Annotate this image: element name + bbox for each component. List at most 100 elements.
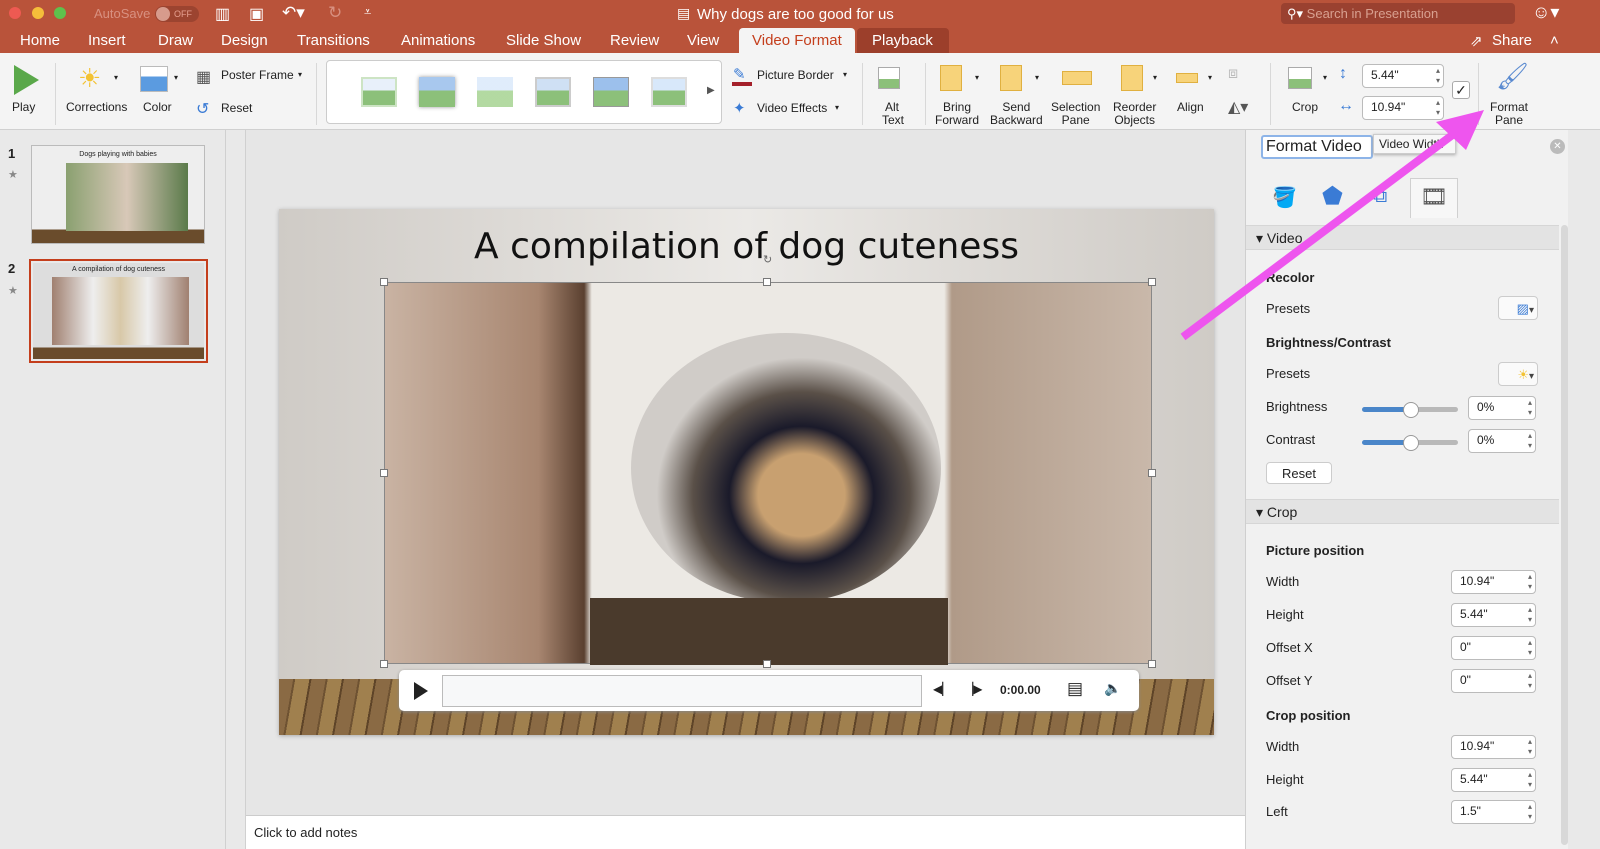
width-input[interactable]: 10.94" bbox=[1362, 96, 1444, 120]
save-icon[interactable]: ▣ bbox=[249, 4, 264, 24]
video-styles-gallery[interactable]: ▶ bbox=[326, 60, 722, 124]
height-icon: ↕ bbox=[1339, 65, 1347, 82]
video-object[interactable] bbox=[384, 282, 1152, 665]
tab-home[interactable]: Home bbox=[20, 32, 60, 49]
tab-animations[interactable]: Animations bbox=[401, 32, 475, 49]
video-progress-bar[interactable] bbox=[442, 675, 922, 707]
contrast-input[interactable]: 0% bbox=[1468, 429, 1536, 453]
slide-thumbnail-2[interactable]: A compilation of dog cuteness bbox=[29, 259, 208, 363]
resize-handle[interactable] bbox=[763, 278, 771, 286]
tooltip: Video Width bbox=[1373, 134, 1456, 154]
crop-section-header[interactable]: ▾ Crop bbox=[1246, 499, 1559, 524]
brightness-input[interactable]: 0% bbox=[1468, 396, 1536, 420]
resize-handle[interactable] bbox=[1148, 469, 1156, 477]
crop-height-input[interactable]: 5.44" bbox=[1451, 768, 1536, 792]
style-thumbnail[interactable] bbox=[361, 77, 397, 107]
reset-button[interactable]: Reset bbox=[1266, 462, 1332, 484]
contrast-slider[interactable] bbox=[1362, 435, 1458, 451]
brightness-contrast-heading: Brightness/Contrast bbox=[1266, 335, 1391, 350]
style-thumbnail[interactable] bbox=[651, 77, 687, 107]
resize-handle[interactable] bbox=[380, 278, 388, 286]
picture-position-heading: Picture position bbox=[1266, 543, 1365, 558]
notes-area[interactable]: Click to add notes bbox=[246, 815, 1246, 849]
tab-video-format[interactable]: Video Format bbox=[752, 32, 842, 49]
gallery-more-icon[interactable]: ▶ bbox=[707, 85, 715, 96]
search-input[interactable]: ⚲▾ Search in Presentation bbox=[1281, 3, 1515, 24]
slide-title[interactable]: A compilation of dog cuteness bbox=[279, 226, 1214, 267]
captions-icon[interactable]: ▤ bbox=[1067, 679, 1083, 699]
redo-icon[interactable]: ↻ bbox=[328, 3, 342, 23]
picture-height-input[interactable]: 5.44" bbox=[1451, 603, 1536, 627]
tab-insert[interactable]: Insert bbox=[88, 32, 126, 49]
size-properties-tab-icon[interactable]: ⧉ bbox=[1373, 185, 1387, 208]
resize-handle[interactable] bbox=[380, 660, 388, 668]
group-icon[interactable]: ⧈ bbox=[1228, 65, 1238, 83]
customize-toolbar-icon[interactable]: ⩡ bbox=[364, 4, 371, 20]
close-window-button[interactable] bbox=[9, 7, 21, 19]
user-account-icon[interactable]: ☺▾ bbox=[1532, 2, 1559, 23]
rotate-handle[interactable]: ↻ bbox=[763, 253, 775, 266]
fill-line-tab-icon[interactable]: 🪣 bbox=[1272, 185, 1297, 210]
offset-y-input[interactable]: 0" bbox=[1451, 669, 1536, 693]
video-time: 0:00.00 bbox=[1000, 683, 1041, 697]
tab-review[interactable]: Review bbox=[610, 32, 659, 49]
resize-handle[interactable] bbox=[1148, 278, 1156, 286]
slide-editor: A compilation of dog cuteness ↻ ◀▏ ▕▶ 0:… bbox=[245, 130, 1246, 849]
close-pane-button[interactable]: ✕ bbox=[1550, 139, 1565, 154]
undo-icon[interactable]: ↶▾ bbox=[282, 3, 305, 23]
picture-width-input[interactable]: 10.94" bbox=[1451, 570, 1536, 594]
picture-color-icon bbox=[140, 66, 168, 92]
bring-forward-icon bbox=[940, 65, 962, 91]
brightness-presets-button[interactable]: ☀▾ bbox=[1498, 362, 1538, 386]
volume-icon[interactable]: 🔈 bbox=[1104, 680, 1121, 697]
resize-handle[interactable] bbox=[1148, 660, 1156, 668]
share-icon[interactable]: ⇗ bbox=[1470, 32, 1483, 50]
tab-design[interactable]: Design bbox=[221, 32, 268, 49]
slide-thumbnail-1[interactable]: Dogs playing with babies bbox=[31, 145, 205, 244]
resize-handle[interactable] bbox=[380, 469, 388, 477]
lock-aspect-ratio-checkbox[interactable]: ✓ bbox=[1452, 81, 1470, 99]
autosave-label: AutoSave bbox=[94, 6, 151, 21]
crop-icon bbox=[1288, 67, 1312, 89]
video-tab-icon[interactable]: 🎞 bbox=[1410, 178, 1458, 218]
slide-thumbnail-panel: 1 ★ Dogs playing with babies 2 ★ A compi… bbox=[0, 130, 226, 849]
step-forward-button[interactable]: ▕▶ bbox=[964, 682, 982, 696]
tab-view[interactable]: View bbox=[687, 32, 719, 49]
tab-playback[interactable]: Playback bbox=[872, 32, 933, 49]
height-input[interactable]: 5.44" bbox=[1362, 64, 1444, 88]
effects-tab-icon[interactable]: ⬟ bbox=[1322, 182, 1343, 211]
tab-slide-show[interactable]: Slide Show bbox=[506, 32, 581, 49]
title-bar: AutoSave OFF ▥ ▣ ↶▾ ↻ ⩡ ▤ Why dogs are t… bbox=[0, 0, 1600, 54]
play-video-button[interactable] bbox=[414, 682, 428, 700]
resize-handle[interactable] bbox=[763, 660, 771, 668]
style-thumbnail[interactable] bbox=[419, 77, 455, 107]
share-button[interactable]: Share bbox=[1492, 32, 1532, 49]
tab-transitions[interactable]: Transitions bbox=[297, 32, 370, 49]
autosave-toggle[interactable]: OFF bbox=[155, 6, 199, 22]
zoom-window-button[interactable] bbox=[54, 7, 66, 19]
crop-width-input[interactable]: 10.94" bbox=[1451, 735, 1536, 759]
recolor-presets-button[interactable]: ▨▾ bbox=[1498, 296, 1538, 320]
style-thumbnail[interactable] bbox=[477, 77, 513, 107]
offset-x-input[interactable]: 0" bbox=[1451, 636, 1536, 660]
brightness-presets-label: Presets bbox=[1266, 366, 1311, 381]
slide-canvas: A compilation of dog cuteness ↻ ◀▏ ▕▶ 0:… bbox=[279, 209, 1214, 735]
brightness-slider[interactable] bbox=[1362, 402, 1458, 418]
minimize-window-button[interactable] bbox=[32, 7, 44, 19]
collapse-ribbon-icon[interactable]: ˄ bbox=[1550, 32, 1559, 49]
cp-height-label: Height bbox=[1266, 772, 1304, 787]
slide-image bbox=[66, 163, 188, 231]
recolor-heading: Recolor bbox=[1266, 270, 1315, 285]
sidebar-toggle-icon[interactable]: ▥ bbox=[215, 4, 230, 24]
style-thumbnail[interactable] bbox=[593, 77, 629, 107]
video-section-header[interactable]: ▾ Video bbox=[1246, 225, 1559, 250]
step-back-button[interactable]: ◀▏ bbox=[933, 682, 951, 696]
style-thumbnail[interactable] bbox=[535, 77, 571, 107]
slide-number: 2 bbox=[8, 261, 16, 276]
width-icon: ↔ bbox=[1338, 97, 1354, 114]
rotate-icon[interactable]: ◭▾ bbox=[1228, 97, 1248, 117]
pane-scrollbar[interactable] bbox=[1561, 225, 1568, 845]
crop-left-input[interactable]: 1.5" bbox=[1451, 800, 1536, 824]
video-frame-dryer bbox=[631, 333, 941, 603]
tab-draw[interactable]: Draw bbox=[158, 32, 193, 49]
